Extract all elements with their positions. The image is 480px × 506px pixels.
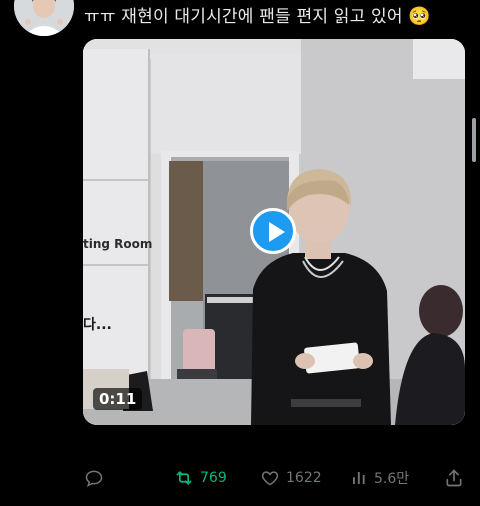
avatar[interactable]: [14, 0, 74, 36]
scrollbar[interactable]: [472, 118, 476, 162]
share-icon: [446, 469, 462, 487]
tweet-body: ㅠㅠ 재현이 대기시간에 팬들 편지 읽고 있어: [84, 7, 403, 27]
views-button[interactable]: 5.6만: [350, 466, 409, 490]
views-count: 5.6만: [374, 471, 410, 487]
tweet-text: ㅠㅠ 재현이 대기시간에 팬들 편지 읽고 있어 🥺: [84, 2, 431, 27]
tweet-actions: 769 1622 5.6만: [0, 466, 480, 490]
like-count: 1622: [286, 470, 322, 486]
play-icon[interactable]: [250, 208, 296, 254]
reply-button[interactable]: [84, 466, 110, 490]
views-icon: [353, 472, 365, 484]
retweet-button[interactable]: 769: [174, 466, 227, 490]
like-button[interactable]: 1622: [260, 466, 322, 490]
video-duration: 0:11: [93, 388, 143, 410]
reply-icon: [85, 470, 103, 487]
retweet-count: 769: [200, 470, 227, 486]
pleading-face-emoji: 🥺: [408, 6, 431, 27]
svg-text:다...: 다...: [83, 317, 112, 333]
room-sign-text: ting Room: [83, 237, 152, 251]
avatar-image: [14, 0, 74, 36]
share-button[interactable]: [444, 466, 470, 490]
heart-icon: [261, 471, 279, 486]
retweet-icon: [176, 470, 192, 486]
